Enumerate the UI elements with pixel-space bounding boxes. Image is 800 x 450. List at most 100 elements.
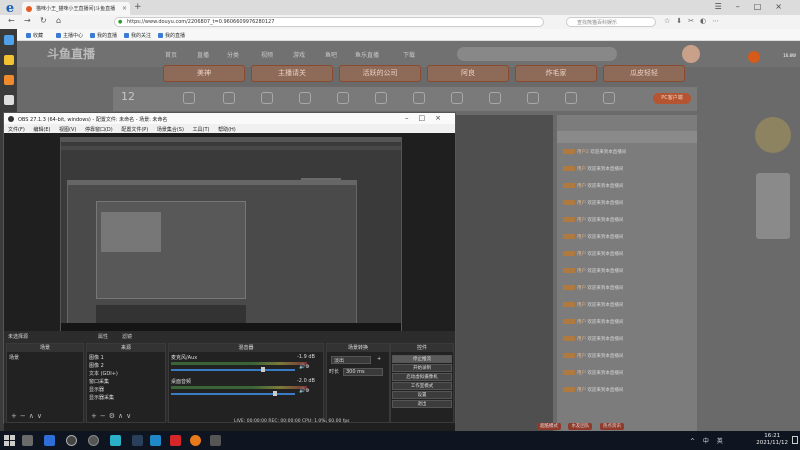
nav-item[interactable]: 直播 <box>197 50 209 59</box>
crown-icon[interactable] <box>755 117 791 153</box>
chat-user-name[interactable]: 用户 <box>577 371 586 376</box>
home-icon[interactable]: ⌂ <box>56 16 61 25</box>
bottom-link[interactable]: 超酷模式 <box>537 423 561 430</box>
clock[interactable]: 16:21 2021/11/12 <box>756 433 788 447</box>
chat-user-name[interactable]: 用户 <box>577 337 586 342</box>
toolbar-icons[interactable]: ☆⬇✂◐⋯ <box>664 17 725 25</box>
douyu-search-input[interactable] <box>457 47 617 61</box>
reload-icon[interactable]: ↻ <box>40 16 47 25</box>
chat-user-name[interactable]: 用户 <box>577 235 586 240</box>
properties-button[interactable]: 属性 <box>98 333 108 340</box>
scene-item[interactable]: 场景 <box>9 354 19 361</box>
notification-icon[interactable] <box>792 436 798 444</box>
pill-button[interactable]: 瓜皮轻轻 <box>603 65 685 82</box>
filters-button[interactable]: 滤镜 <box>122 333 132 340</box>
gift-icon[interactable] <box>337 92 349 104</box>
source-item[interactable]: 显示器采集 <box>89 394 114 401</box>
nav-item[interactable]: 视频 <box>261 50 273 59</box>
windows-start-icon[interactable] <box>4 435 15 446</box>
mute-icon[interactable]: 🔊⚙ <box>299 364 310 370</box>
sidebar-app-icon[interactable] <box>4 55 14 65</box>
task-view-icon[interactable] <box>22 435 33 446</box>
close-tab-icon[interactable]: × <box>122 5 127 12</box>
menu-item[interactable]: 视图(V) <box>59 127 76 133</box>
douyu-logo[interactable]: 斗鱼直播 <box>47 45 95 62</box>
bookmark-item[interactable]: 主播中心 <box>56 32 83 39</box>
source-item[interactable]: 文本 (GDI+) <box>89 370 118 377</box>
chat-user-name[interactable]: 用户 <box>577 167 586 172</box>
chat-user-name[interactable]: 用户 <box>577 269 586 274</box>
system-tray[interactable]: ^ 中 英 <box>690 436 726 445</box>
source-item[interactable]: 窗口采集 <box>89 378 109 385</box>
app-task-icon[interactable] <box>110 435 121 446</box>
chat-tabs[interactable] <box>557 131 697 143</box>
pill-button[interactable]: 美神 <box>163 65 245 82</box>
search-input[interactable]: 查找熊猫百科娱乐 <box>566 17 656 27</box>
pill-button[interactable]: 阿良 <box>427 65 509 82</box>
chat-user-name[interactable]: 用户 <box>577 218 586 223</box>
url-input[interactable]: ● https://www.douyu.com/2206807_t=0.9606… <box>114 17 544 27</box>
sidebar-app-icon[interactable] <box>4 35 14 45</box>
nav-item[interactable]: 游戏 <box>293 50 305 59</box>
exit-button[interactable]: 退出 <box>392 400 452 408</box>
sidebar-app-icon[interactable] <box>4 95 14 105</box>
bookmark-item[interactable]: 收藏 <box>26 32 43 39</box>
chat-user-name[interactable]: 用户 <box>577 201 586 206</box>
chat-user-name[interactable]: 用户 <box>577 320 586 325</box>
nav-item[interactable]: 鱼吧 <box>325 50 337 59</box>
bottom-link[interactable]: 水友团队 <box>568 423 593 430</box>
browser-task-icon[interactable] <box>44 435 55 446</box>
browser-logo-icon[interactable]: e <box>2 1 18 16</box>
menu-item[interactable]: 工具(T) <box>193 127 210 133</box>
gift-icon[interactable] <box>565 92 577 104</box>
menu-item[interactable]: 停靠窗口(D) <box>85 127 113 133</box>
pill-button[interactable]: 炸毛家 <box>515 65 597 82</box>
volume-knob[interactable] <box>261 367 265 372</box>
virtual-camera-button[interactable]: 启动虚拟摄像机 <box>392 373 452 381</box>
gift-icon[interactable] <box>299 92 311 104</box>
menu-item[interactable]: 文件(F) <box>8 127 25 133</box>
start-recording-button[interactable]: 开始录制 <box>392 364 452 372</box>
bookmark-item[interactable]: 我的直播 <box>158 32 185 39</box>
app-task-icon[interactable] <box>170 435 181 446</box>
avatar[interactable] <box>682 45 700 63</box>
new-tab-icon[interactable]: + <box>134 2 142 12</box>
menu-item[interactable]: 配置文件(P) <box>121 127 148 133</box>
chat-user-name[interactable]: 用户 <box>577 286 586 291</box>
gift-icon[interactable] <box>183 92 195 104</box>
source-item[interactable]: 图像 1 <box>89 354 104 361</box>
gift-icon[interactable] <box>261 92 273 104</box>
pc-client-button[interactable]: PC客户端 <box>653 93 691 104</box>
tab-douyu[interactable]: 猫咪小王_猫咪小王直播间|斗鱼直播 × <box>22 2 130 15</box>
transition-select[interactable]: 淡出 <box>331 356 371 364</box>
mute-icon[interactable]: 🔊⚙ <box>299 388 310 394</box>
gift-icon[interactable] <box>489 92 501 104</box>
pill-button[interactable]: 活跃的公司 <box>339 65 421 82</box>
menu-item[interactable]: 场景集合(S) <box>157 127 184 133</box>
chat-user-name[interactable]: 用户2 <box>577 150 589 155</box>
app-task-icon[interactable] <box>88 435 99 446</box>
studio-mode-button[interactable]: 工作室模式 <box>392 382 452 390</box>
nav-item[interactable]: 鱼乐直播 <box>355 50 379 59</box>
source-item[interactable]: 图像 2 <box>89 362 104 369</box>
menu-item[interactable]: 帮助(H) <box>218 127 236 133</box>
source-item[interactable]: 显示器 <box>89 386 104 393</box>
chat-user-name[interactable]: 用户 <box>577 354 586 359</box>
bottom-link[interactable]: 热点资讯 <box>599 423 624 430</box>
volume-knob[interactable] <box>273 391 277 396</box>
nav-item[interactable]: 分类 <box>227 50 239 59</box>
gift-icon[interactable] <box>451 92 463 104</box>
app-task-icon[interactable] <box>190 435 201 446</box>
bookmark-item[interactable]: 我的直播 <box>90 32 117 39</box>
menu-item[interactable]: 编辑(E) <box>33 127 50 133</box>
pill-button[interactable]: 主播请关 <box>251 65 333 82</box>
app-task-icon[interactable] <box>150 435 161 446</box>
stop-streaming-button[interactable]: 停止推流 <box>392 355 452 363</box>
app-task-icon[interactable] <box>210 435 221 446</box>
record-icon[interactable] <box>748 51 760 63</box>
gift-icon[interactable] <box>413 92 425 104</box>
window-controls[interactable]: ☰–□× <box>715 2 796 11</box>
settings-button[interactable]: 设置 <box>392 391 452 399</box>
chat-user-name[interactable]: 用户 <box>577 303 586 308</box>
duration-input[interactable]: 300 ms <box>343 368 383 376</box>
